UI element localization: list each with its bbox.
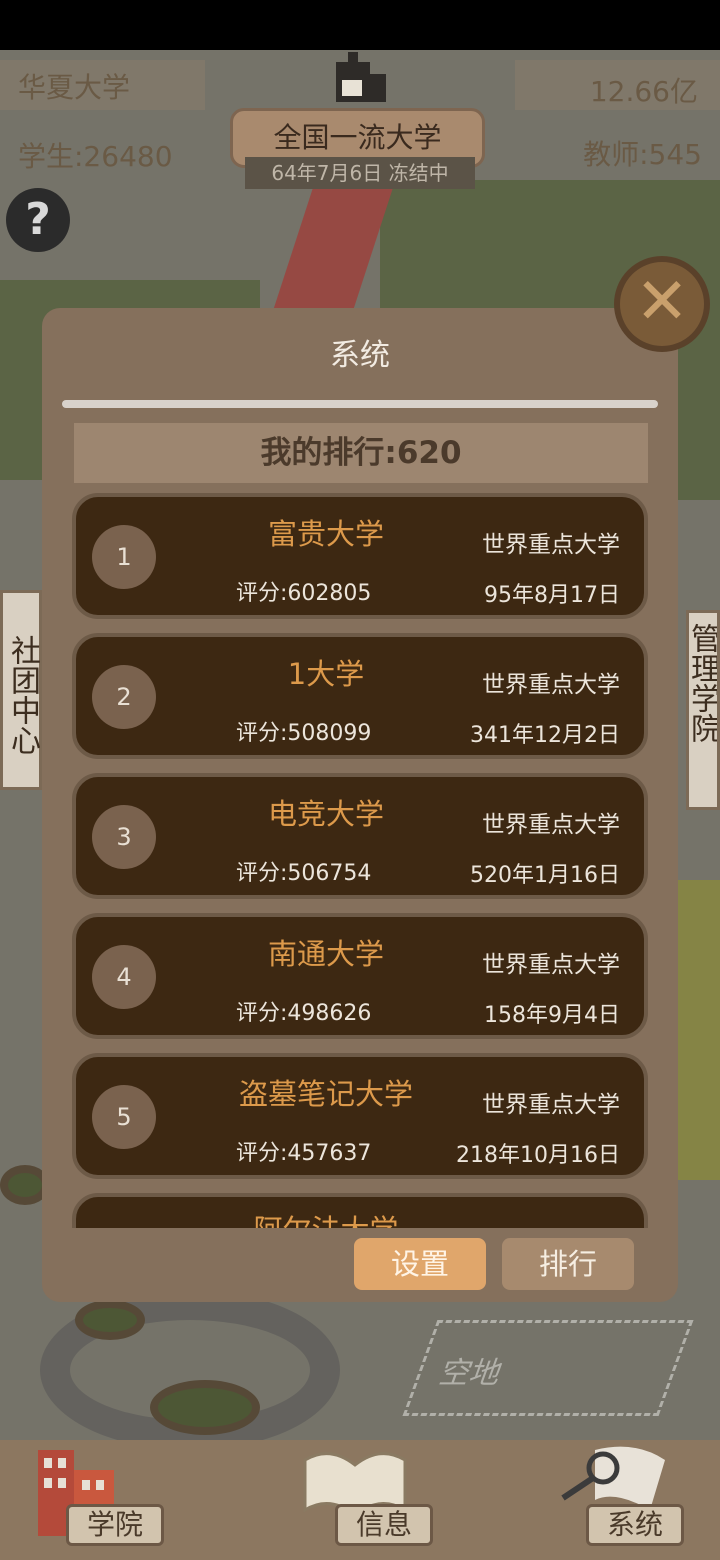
university-score: 评分:498626 (236, 1001, 372, 1026)
help-button[interactable]: ? (6, 188, 70, 252)
university-date: 520年1月16日 (470, 863, 620, 888)
nav-info[interactable]: 信息 (335, 1504, 433, 1546)
rank-badge: 4 (92, 945, 156, 1009)
question-icon: ? (25, 194, 51, 245)
university-score: 评分:506754 (236, 861, 372, 886)
ranking-card[interactable]: 4 南通大学 世界重点大学 评分:498626 158年9月4日 (72, 913, 648, 1039)
university-date: 158年9月4日 (484, 1003, 620, 1028)
university-name: 阿尔法大学 (176, 1207, 476, 1228)
university-score: 评分:457637 (236, 1141, 372, 1166)
my-rank: 我的排行:620 (74, 423, 648, 483)
ranking-button[interactable]: 排行 (502, 1238, 634, 1290)
university-name: 盗墓笔记大学 (238, 1077, 413, 1111)
club-center-building-label[interactable]: 社团中心 (0, 590, 42, 790)
university-name: 南通大学 (267, 937, 384, 971)
ranking-card[interactable]: 2 1大学 世界重点大学 评分:508099 341年12月2日 (72, 633, 648, 759)
rank-badge: 5 (92, 1085, 156, 1149)
title-divider (62, 400, 658, 408)
school-name: 华夏大学 (18, 71, 131, 104)
ranking-card[interactable]: 3 电竞大学 世界重点大学 评分:506754 520年1月16日 (72, 773, 648, 899)
university-building-icon (336, 52, 386, 102)
university-tier: 世界重点大学 (482, 672, 620, 698)
teacher-count: 教师:545 (583, 138, 702, 171)
ranking-list[interactable]: 1 富贵大学 世界重点大学 评分:602805 95年8月17日 2 1大学 世… (70, 493, 650, 1228)
status-bar (0, 0, 720, 50)
close-icon: ✕ (635, 265, 689, 339)
rank-badge: 2 (92, 665, 156, 729)
rank-badge: 3 (92, 805, 156, 869)
university-tier: 世界重点大学 (482, 812, 620, 838)
university-date: 218年10月16日 (456, 1143, 620, 1168)
university-score: 评分:602805 (236, 581, 372, 606)
university-name: 电竞大学 (267, 797, 384, 831)
nav-system[interactable]: 系统 (586, 1504, 684, 1546)
close-button[interactable]: ✕ (614, 256, 710, 352)
university-name: 1大学 (287, 657, 365, 691)
bottom-nav: 学院 信息 系统 (0, 1440, 720, 1560)
ranking-card[interactable]: 阿尔法大学 (72, 1193, 648, 1228)
university-tier: 世界重点大学 (482, 532, 620, 558)
dialog-title: 系统 (330, 338, 390, 373)
university-score: 评分:508099 (236, 721, 372, 746)
student-count: 学生:26480 (18, 140, 173, 173)
money-amount: 12.66亿 (589, 75, 698, 108)
university-tier: 世界重点大学 (482, 952, 620, 978)
ranking-card[interactable]: 5 盗墓笔记大学 世界重点大学 评分:457637 218年10月16日 (72, 1053, 648, 1179)
system-dialog: 系统 我的排行:620 1 富贵大学 世界重点大学 评分:602805 95年8… (42, 308, 678, 1302)
settings-button[interactable]: 设置 (354, 1238, 486, 1290)
university-name: 富贵大学 (267, 517, 384, 551)
rank-badge: 1 (92, 525, 156, 589)
university-date: 341年12月2日 (470, 723, 620, 748)
nav-college[interactable]: 学院 (66, 1504, 164, 1546)
ranking-card[interactable]: 1 富贵大学 世界重点大学 评分:602805 95年8月17日 (72, 493, 648, 619)
university-date: 95年8月17日 (484, 583, 620, 608)
right-building-label[interactable]: 管理学院 (686, 610, 720, 810)
university-tier: 世界重点大学 (482, 1092, 620, 1118)
game-date: 64年7月6日 冻结中 (245, 157, 475, 189)
